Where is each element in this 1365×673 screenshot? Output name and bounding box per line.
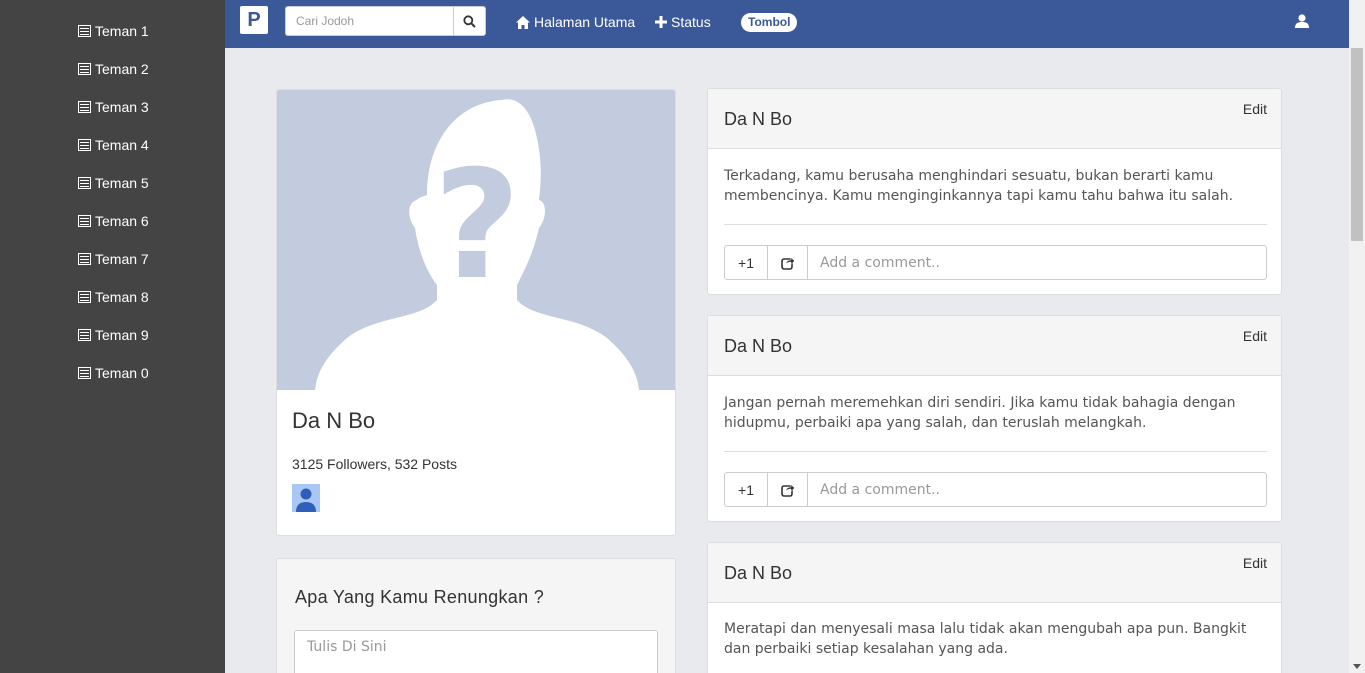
sidebar-item-teman-2[interactable]: Teman 2 (78, 59, 149, 79)
sidebar-item-label: Teman 4 (95, 137, 149, 153)
post-text: Meratapi dan menyesali masa lalu tidak a… (724, 621, 1247, 657)
post-divider (724, 224, 1267, 225)
search-icon (463, 14, 476, 28)
post-author: Da N Bo (724, 336, 793, 356)
list-icon (78, 25, 91, 37)
post-actions: +1 (724, 245, 1267, 280)
compose-card: Apa Yang Kamu Renungkan ? (276, 558, 676, 673)
list-icon (78, 291, 91, 303)
sidebar-item-label: Teman 5 (95, 175, 149, 191)
plus-icon (655, 16, 667, 28)
list-icon (78, 177, 91, 189)
sidebar-item-label: Teman 6 (95, 213, 149, 229)
unknown-person-icon: ? (315, 99, 639, 390)
list-icon (78, 63, 91, 75)
sidebar-item-teman-9[interactable]: Teman 9 (78, 325, 149, 345)
post-author: Da N Bo (724, 109, 793, 129)
post-actions: +1 (724, 472, 1267, 507)
plus-one-button[interactable]: +1 (724, 472, 768, 507)
sidebar-item-teman-7[interactable]: Teman 7 (78, 249, 149, 269)
sidebar: Teman 1 Teman 2 Teman 3 Teman 4 Teman 5 … (0, 0, 225, 673)
comment-input[interactable] (808, 472, 1267, 507)
scrollbar-thumb[interactable] (1351, 48, 1363, 241)
profile-card: ? Da N Bo 3125 Followers, 532 Posts (276, 89, 676, 536)
share-button[interactable] (768, 472, 808, 507)
profile-name: Da N Bo (292, 408, 376, 433)
sidebar-item-label: Teman 0 (95, 365, 149, 381)
post-text: Terkadang, kamu berusaha menghindari ses… (724, 168, 1234, 204)
scroll-down-arrow-icon[interactable] (1353, 664, 1361, 669)
post-card: Da N Bo Edit Meratapi dan menyesali masa… (707, 542, 1282, 673)
post-divider (724, 451, 1267, 452)
edit-link[interactable]: Edit (1243, 328, 1267, 344)
tombol-button[interactable]: Tombol (741, 13, 798, 32)
share-icon (780, 483, 795, 497)
comment-input[interactable] (808, 245, 1267, 280)
share-icon (780, 256, 795, 270)
sidebar-item-label: Teman 3 (95, 99, 149, 115)
list-icon (78, 139, 91, 151)
user-icon (1295, 14, 1309, 28)
list-icon (78, 215, 91, 227)
list-icon (78, 367, 91, 379)
search-button[interactable] (453, 6, 486, 36)
post-header: Da N Bo Edit (708, 89, 1281, 149)
svg-text:?: ? (433, 139, 520, 313)
brand-logo[interactable]: P (240, 6, 268, 34)
post-card: Da N Bo Edit Terkadang, kamu berusaha me… (707, 88, 1282, 295)
compose-title: Apa Yang Kamu Renungkan ? (295, 587, 545, 607)
list-icon (78, 253, 91, 265)
page-scrollbar[interactable] (1349, 0, 1365, 673)
edit-link[interactable]: Edit (1243, 101, 1267, 117)
list-icon (78, 101, 91, 113)
nav-status-label: Status (671, 14, 711, 30)
sidebar-item-label: Teman 8 (95, 289, 149, 305)
compose-textarea[interactable] (294, 630, 658, 673)
home-icon (516, 15, 530, 29)
post-header: Da N Bo Edit (708, 543, 1281, 603)
post-header: Da N Bo Edit (708, 316, 1281, 376)
search-form (285, 6, 486, 36)
sidebar-item-label: Teman 1 (95, 23, 149, 39)
sidebar-item-teman-5[interactable]: Teman 5 (78, 173, 149, 193)
post-text: Jangan pernah meremehkan diri sendiri. J… (724, 395, 1236, 431)
profile-stats: 3125 Followers, 532 Posts (292, 456, 457, 472)
post-card: Da N Bo Edit Jangan pernah meremehkan di… (707, 315, 1282, 522)
sidebar-item-label: Teman 7 (95, 251, 149, 267)
nav-status-link[interactable]: Status (655, 14, 711, 30)
nav-home-label: Halaman Utama (534, 14, 636, 30)
sidebar-item-teman-6[interactable]: Teman 6 (78, 211, 149, 231)
post-author: Da N Bo (724, 563, 793, 583)
sidebar-item-teman-1[interactable]: Teman 1 (78, 21, 149, 41)
profile-photo: ? (277, 90, 675, 390)
top-navbar: P Halaman Utama Status Tombol (225, 0, 1349, 48)
sidebar-item-label: Teman 2 (95, 61, 149, 77)
plus-one-button[interactable]: +1 (724, 245, 768, 280)
search-input[interactable] (285, 6, 453, 36)
list-icon (78, 329, 91, 341)
user-avatar-icon (296, 488, 316, 512)
sidebar-item-teman-0[interactable]: Teman 0 (78, 363, 149, 383)
share-button[interactable] (768, 245, 808, 280)
sidebar-item-teman-4[interactable]: Teman 4 (78, 135, 149, 155)
edit-link[interactable]: Edit (1243, 555, 1267, 571)
user-menu[interactable] (1295, 14, 1309, 33)
nav-home-link[interactable]: Halaman Utama (516, 14, 635, 30)
sidebar-item-teman-8[interactable]: Teman 8 (78, 287, 149, 307)
avatar[interactable] (292, 484, 320, 512)
sidebar-item-label: Teman 9 (95, 327, 149, 343)
sidebar-item-teman-3[interactable]: Teman 3 (78, 97, 149, 117)
